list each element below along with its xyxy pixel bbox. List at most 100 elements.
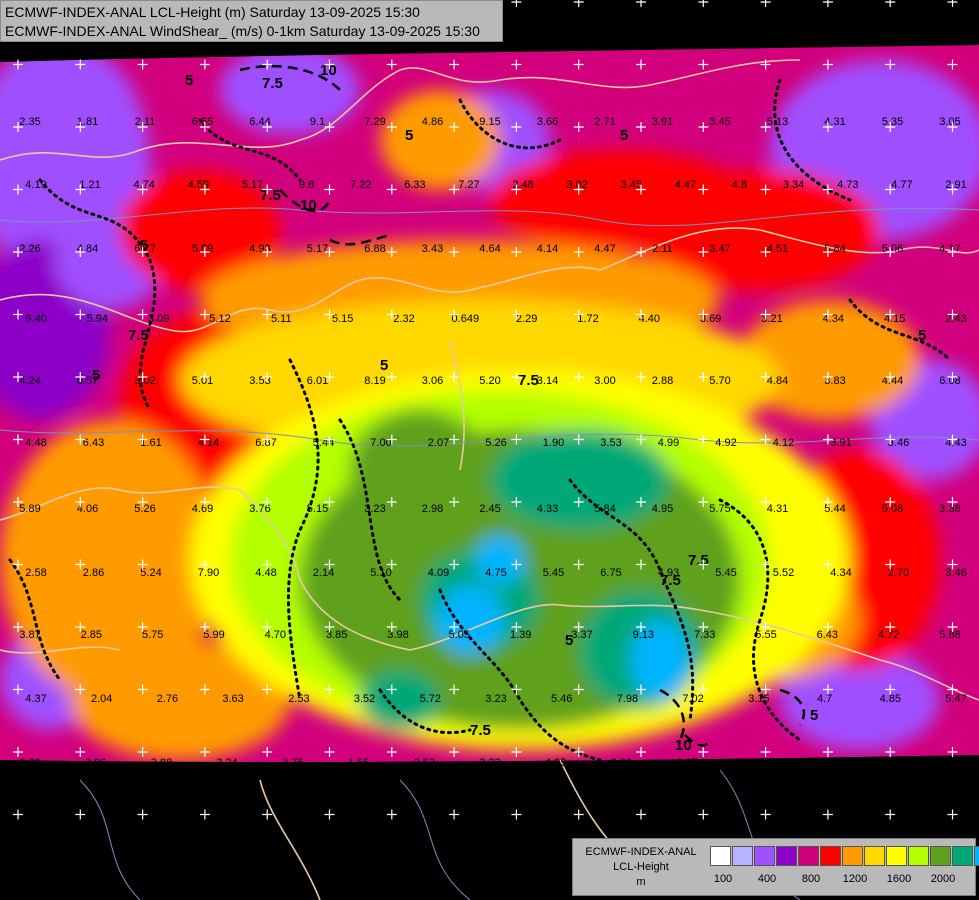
weather-map: 5 7.51057.557.5557.51057.557.551057.5 2.3… — [0, 0, 979, 900]
station-value: 3.15 — [748, 693, 769, 705]
station-value: 3.96 — [85, 757, 106, 769]
station-value: 9.1 — [310, 116, 325, 128]
station-value: 7.29 — [364, 116, 385, 128]
station-value: 2.11 — [652, 243, 673, 255]
station-value: 5.72 — [420, 693, 441, 705]
legend-tick-label: 800 — [801, 873, 821, 885]
station-value: 4.93 — [658, 567, 679, 579]
color-legend: ECMWF-INDEX-ANAL LCL-Height m 100 400 800 1… — [572, 838, 979, 896]
legend-tick-label: 1600 — [886, 873, 912, 885]
station-value: 2.35 — [19, 116, 40, 128]
contour-label: 10 — [675, 737, 692, 754]
station-value: 6.33 — [404, 179, 425, 191]
station-value: 3.34 — [783, 179, 804, 191]
station-value: 2.53 — [288, 693, 309, 705]
station-value: 6.77 — [134, 243, 155, 255]
legend-swatch — [908, 846, 929, 866]
contour-label: 7.5 — [470, 722, 491, 739]
station-value: 3.47 — [709, 243, 730, 255]
station-value: 7.33 — [694, 629, 715, 641]
station-value: 3.37 — [571, 629, 592, 641]
station-value: 4.73 — [837, 179, 858, 191]
station-value: 2.14 — [313, 567, 334, 579]
station-value: 4.99 — [658, 437, 679, 449]
station-value: 5.46 — [551, 693, 572, 705]
station-value: 2.88 — [652, 375, 673, 387]
legend-swatch — [952, 846, 973, 866]
station-value: 2.70 — [888, 567, 909, 579]
legend-swatch — [864, 846, 885, 866]
station-value: 5.88 — [939, 629, 960, 641]
station-value: 2.25 — [939, 757, 960, 769]
station-value: 7.00 — [370, 437, 391, 449]
station-value: 4.72 — [878, 629, 899, 641]
contour-label: 7.5 — [518, 372, 539, 389]
station-value: 3.63 — [222, 693, 243, 705]
station-value: 4.31 — [767, 503, 788, 515]
station-value: 4.64 — [479, 243, 500, 255]
station-value: 6.43 — [817, 629, 838, 641]
legend-tick-label: 1200 — [842, 873, 868, 885]
station-value: 3.14 — [537, 375, 558, 387]
station-value: 4.8 — [732, 179, 747, 191]
contour-label: 5 — [810, 707, 818, 724]
station-value: 5.35 — [882, 116, 903, 128]
station-value: 5.89 — [192, 243, 213, 255]
station-value: 7.27 — [458, 179, 479, 191]
station-value: 5.12 — [209, 313, 230, 325]
station-value: 5.17 — [242, 179, 263, 191]
station-value: 7.22 — [350, 179, 371, 191]
station-value: 4.7 — [817, 693, 832, 705]
station-value: 2.98 — [422, 503, 443, 515]
station-value: 9.8 — [299, 179, 314, 191]
legend-swatch — [886, 846, 907, 866]
station-value: 4.34 — [830, 567, 851, 579]
legend-tick-label: 400 — [757, 873, 777, 885]
station-value: 4.95 — [652, 503, 673, 515]
legend-swatch — [710, 846, 731, 866]
station-value: 2.45 — [479, 503, 500, 515]
station-value: 4.95 — [545, 757, 566, 769]
legend-swatch — [754, 846, 775, 866]
station-value: 2.58 — [25, 567, 46, 579]
station-value: 2.11 — [135, 116, 156, 128]
station-value: 5.15 — [332, 313, 353, 325]
station-value: 4.09 — [428, 567, 449, 579]
station-value: 5.47 — [945, 693, 966, 705]
station-value: 4.86 — [422, 116, 443, 128]
station-value: 3.46 — [945, 567, 966, 579]
station-value: 4.85 — [880, 693, 901, 705]
station-value: 2.04 — [91, 693, 112, 705]
title-line-2: ECMWF-INDEX-ANAL WindShear_ (m/s) 0-1km … — [5, 23, 480, 39]
station-value: 3.46 — [888, 437, 909, 449]
station-value: 2.85 — [81, 629, 102, 641]
station-value: 4.77 — [874, 757, 895, 769]
station-value: 3.09 — [148, 313, 169, 325]
title-line-1: ECMWF-INDEX-ANAL LCL-Height (m) Saturday… — [5, 4, 420, 20]
station-value: 3.98 — [387, 629, 408, 641]
legend-unit-label: m — [636, 876, 646, 888]
legend-swatch — [930, 846, 951, 866]
station-value: 6.40 — [25, 313, 46, 325]
station-value: 5.06 — [882, 243, 903, 255]
station-value: 3.24 — [216, 757, 237, 769]
station-value: 2.20 — [19, 757, 40, 769]
legend-swatch — [820, 846, 841, 866]
legend-field-label: LCL-Height — [613, 861, 669, 873]
legend-title: ECMWF-INDEX-ANAL LCL-Height m — [577, 845, 705, 890]
map-title: ECMWF-INDEX-ANAL LCL-Height (m) Saturday… — [0, 0, 503, 42]
station-value: 2.07 — [428, 437, 449, 449]
station-value: 3.38 — [939, 503, 960, 515]
station-value: 5.05 — [449, 629, 470, 641]
legend-tick-label: 100 — [713, 873, 733, 885]
station-value: 3.91 — [652, 116, 673, 128]
station-value: 5.24 — [140, 567, 161, 579]
contour-label: 7.5 — [688, 552, 709, 569]
station-value: 5.84 — [594, 503, 615, 515]
station-value: 6.87 — [255, 437, 276, 449]
station-value: 2.97 — [676, 757, 697, 769]
station-value: 5.75 — [142, 629, 163, 641]
station-value: 5.17 — [307, 243, 328, 255]
station-value: 4.33 — [537, 503, 558, 515]
legend-swatch — [974, 846, 979, 866]
